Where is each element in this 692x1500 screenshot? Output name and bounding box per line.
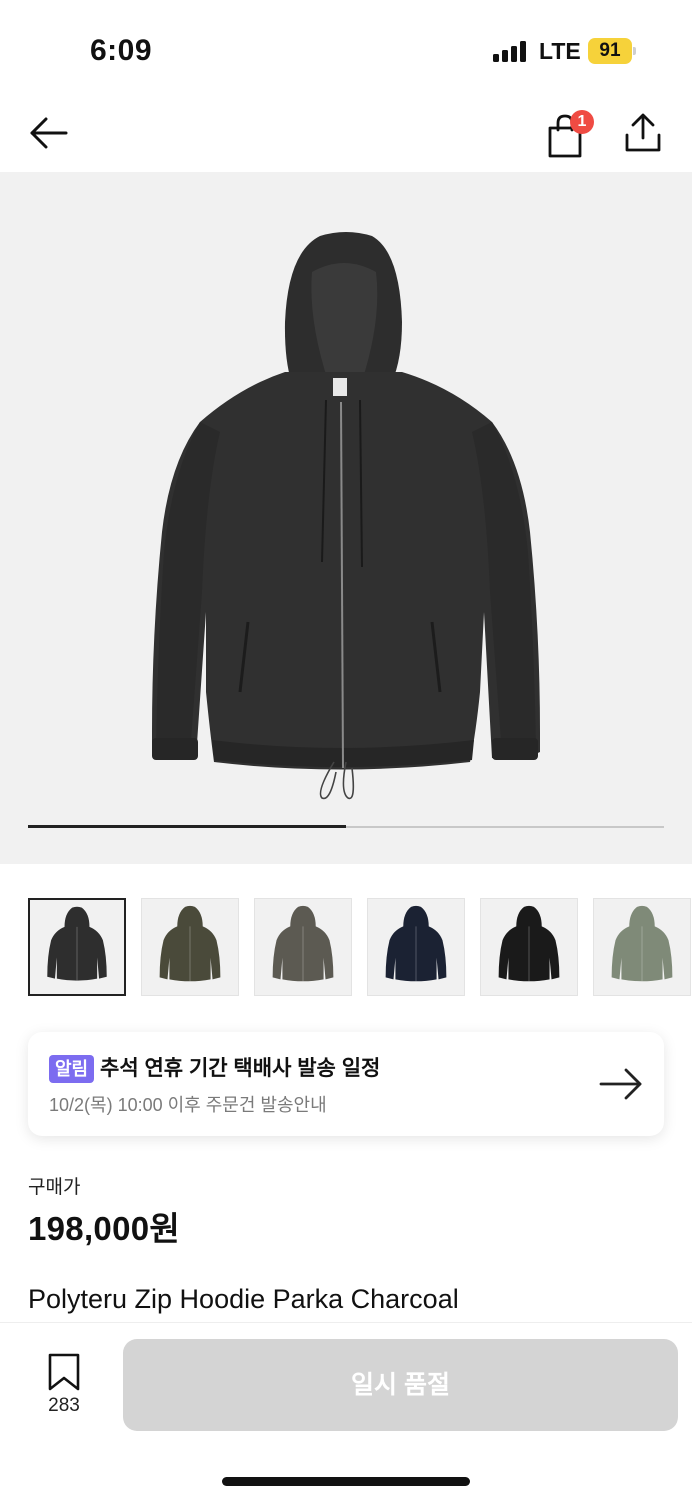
gallery-progress-track: [28, 825, 664, 828]
cart-count-badge: 1: [570, 110, 594, 134]
wishlist-button[interactable]: 283: [36, 1353, 92, 1417]
nav-bar: 1: [0, 100, 692, 172]
product-image: [152, 232, 540, 800]
network-type: LTE: [539, 38, 581, 64]
signal-icon: [493, 40, 529, 62]
hoodie-thumbnail-image: [47, 906, 107, 981]
status-bar: 6:09 LTE 91: [0, 0, 692, 100]
bookmark-icon: [48, 1353, 80, 1391]
gallery-progress-fill: [28, 825, 346, 828]
battery-level: 91: [599, 40, 621, 61]
sold-out-button[interactable]: 일시 품절: [123, 1339, 678, 1431]
notice-badge: 알림: [49, 1055, 95, 1083]
cart-button[interactable]: 1: [544, 110, 594, 160]
thumb-olive-grey[interactable]: [254, 898, 352, 996]
thumb-charcoal[interactable]: [28, 898, 126, 996]
thumbnail-strip[interactable]: [28, 898, 692, 998]
hoodie-thumbnail-image: [385, 905, 447, 982]
notice-subtitle: 10/2(목) 10:00 이후 주문건 발송안내: [49, 1095, 327, 1115]
hoodie-thumbnail-image: [272, 905, 334, 982]
home-indicator[interactable]: [222, 1477, 470, 1486]
arrow-left-icon: [30, 117, 68, 149]
share-button[interactable]: [620, 110, 666, 156]
status-time: 6:09: [90, 34, 153, 67]
bottom-action-bar: 283 일시 품절: [0, 1322, 692, 1500]
hoodie-thumbnail-image: [611, 905, 673, 982]
notice-title: 추석 연휴 기간 택배사 발송 일정: [100, 1057, 381, 1080]
thumb-sage[interactable]: [593, 898, 691, 996]
wishlist-count: 283: [48, 1395, 80, 1416]
price-label: 구매가: [28, 1177, 81, 1198]
share-icon: [625, 113, 661, 152]
thumb-camo[interactable]: [141, 898, 239, 996]
product-image-gallery[interactable]: [0, 172, 692, 864]
back-button[interactable]: [26, 110, 72, 156]
product-price: 198,000원: [28, 1210, 181, 1247]
arrow-right-icon: [599, 1068, 642, 1100]
thumb-black[interactable]: [480, 898, 578, 996]
hoodie-thumbnail-image: [498, 905, 560, 982]
battery-icon: 91: [588, 38, 636, 64]
hoodie-thumbnail-image: [159, 905, 221, 982]
thumb-navy[interactable]: [367, 898, 465, 996]
product-name: Polyteru Zip Hoodie Parka Charcoal: [28, 1284, 459, 1314]
notice-card[interactable]: 알림 추석 연휴 기간 택배사 발송 일정 10/2(목) 10:00 이후 주…: [28, 1032, 664, 1136]
